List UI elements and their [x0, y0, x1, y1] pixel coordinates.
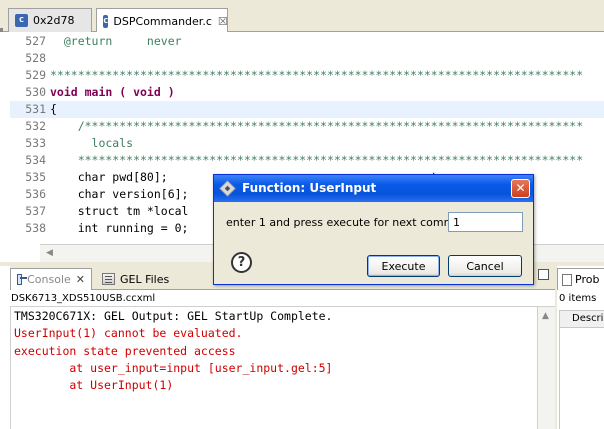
dialog-title-bar[interactable]: Function: UserInput — [214, 175, 533, 202]
close-icon[interactable]: ✕ — [511, 179, 530, 198]
gel-app-icon — [219, 180, 236, 197]
tab-problems[interactable]: Prob — [557, 268, 604, 290]
tab-label: Console — [27, 273, 71, 286]
cancel-button[interactable]: Cancel — [448, 255, 522, 277]
c-file-icon: c — [103, 14, 109, 28]
problems-icon — [562, 273, 572, 286]
dialog-title: Function: UserInput — [242, 181, 377, 195]
tab-label: DSPCommander.c — [113, 14, 212, 28]
problems-count: 0 items — [559, 293, 597, 304]
code-line: 534 ************************************… — [25, 153, 584, 167]
tab-dspcommander[interactable]: c DSPCommander.c ☒ — [96, 8, 228, 33]
tab-console[interactable]: Console ✕ — [10, 268, 92, 290]
scroll-up-icon[interactable]: ▲ — [542, 311, 549, 321]
console-output[interactable]: TMS320C671X: GEL Output: GEL StartUp Com… — [10, 307, 555, 429]
close-console-icon[interactable]: ✕ — [76, 273, 85, 286]
code-line: 530 void main ( void ) — [25, 85, 175, 99]
code-line: 532 /***********************************… — [25, 119, 584, 133]
console-line: TMS320C671X: GEL Output: GEL StartUp Com… — [14, 309, 333, 323]
code-line: 529 *************************************… — [25, 68, 584, 82]
console-vertical-scrollbar[interactable]: ▲ — [537, 307, 555, 429]
console-line: execution state prevented access — [14, 344, 236, 358]
view-divider[interactable] — [555, 266, 557, 429]
console-line: UserInput(1) cannot be evaluated. — [14, 326, 243, 340]
user-input-dialog: Function: UserInput ✕ enter 1 and press … — [213, 174, 534, 285]
tab-0x2d78[interactable]: c 0x2d78 — [8, 8, 92, 32]
scroll-left-icon[interactable]: ◀ — [46, 248, 53, 258]
editor-tab-bar: c 0x2d78 c DSPCommander.c ☒ — [0, 0, 604, 33]
tab-label: 0x2d78 — [33, 14, 75, 27]
restore-view-icon[interactable] — [538, 269, 549, 280]
command-input[interactable] — [448, 212, 523, 232]
gel-files-icon — [102, 273, 115, 285]
code-line-current: 531{ — [10, 101, 604, 118]
c-file-icon: c — [15, 14, 28, 27]
problems-column-description[interactable]: Descrip — [559, 310, 604, 328]
dialog-prompt-label: enter 1 and press execute for next comma… — [226, 216, 476, 229]
code-line: 528 — [25, 51, 46, 65]
code-line: 527 @return never — [25, 34, 182, 48]
code-line: 533 locals — [25, 136, 134, 150]
execute-button[interactable]: Execute — [367, 255, 440, 277]
tab-label: Prob — [575, 273, 600, 286]
help-icon[interactable]: ? — [231, 252, 252, 273]
console-target-name: DSK6713_XDS510USB.ccxml — [10, 291, 555, 307]
console-line: at user_input=input [user_input.gel:5] — [14, 361, 333, 375]
problems-list[interactable] — [559, 328, 604, 429]
tab-gel-files[interactable]: GEL Files — [96, 268, 176, 290]
tab-label: GEL Files — [120, 272, 170, 286]
console-line: at UserInput(1) — [14, 378, 174, 392]
close-tab-icon[interactable]: ☒ — [218, 15, 228, 28]
console-icon — [17, 274, 28, 285]
tab-bar-edge — [0, 28, 3, 32]
